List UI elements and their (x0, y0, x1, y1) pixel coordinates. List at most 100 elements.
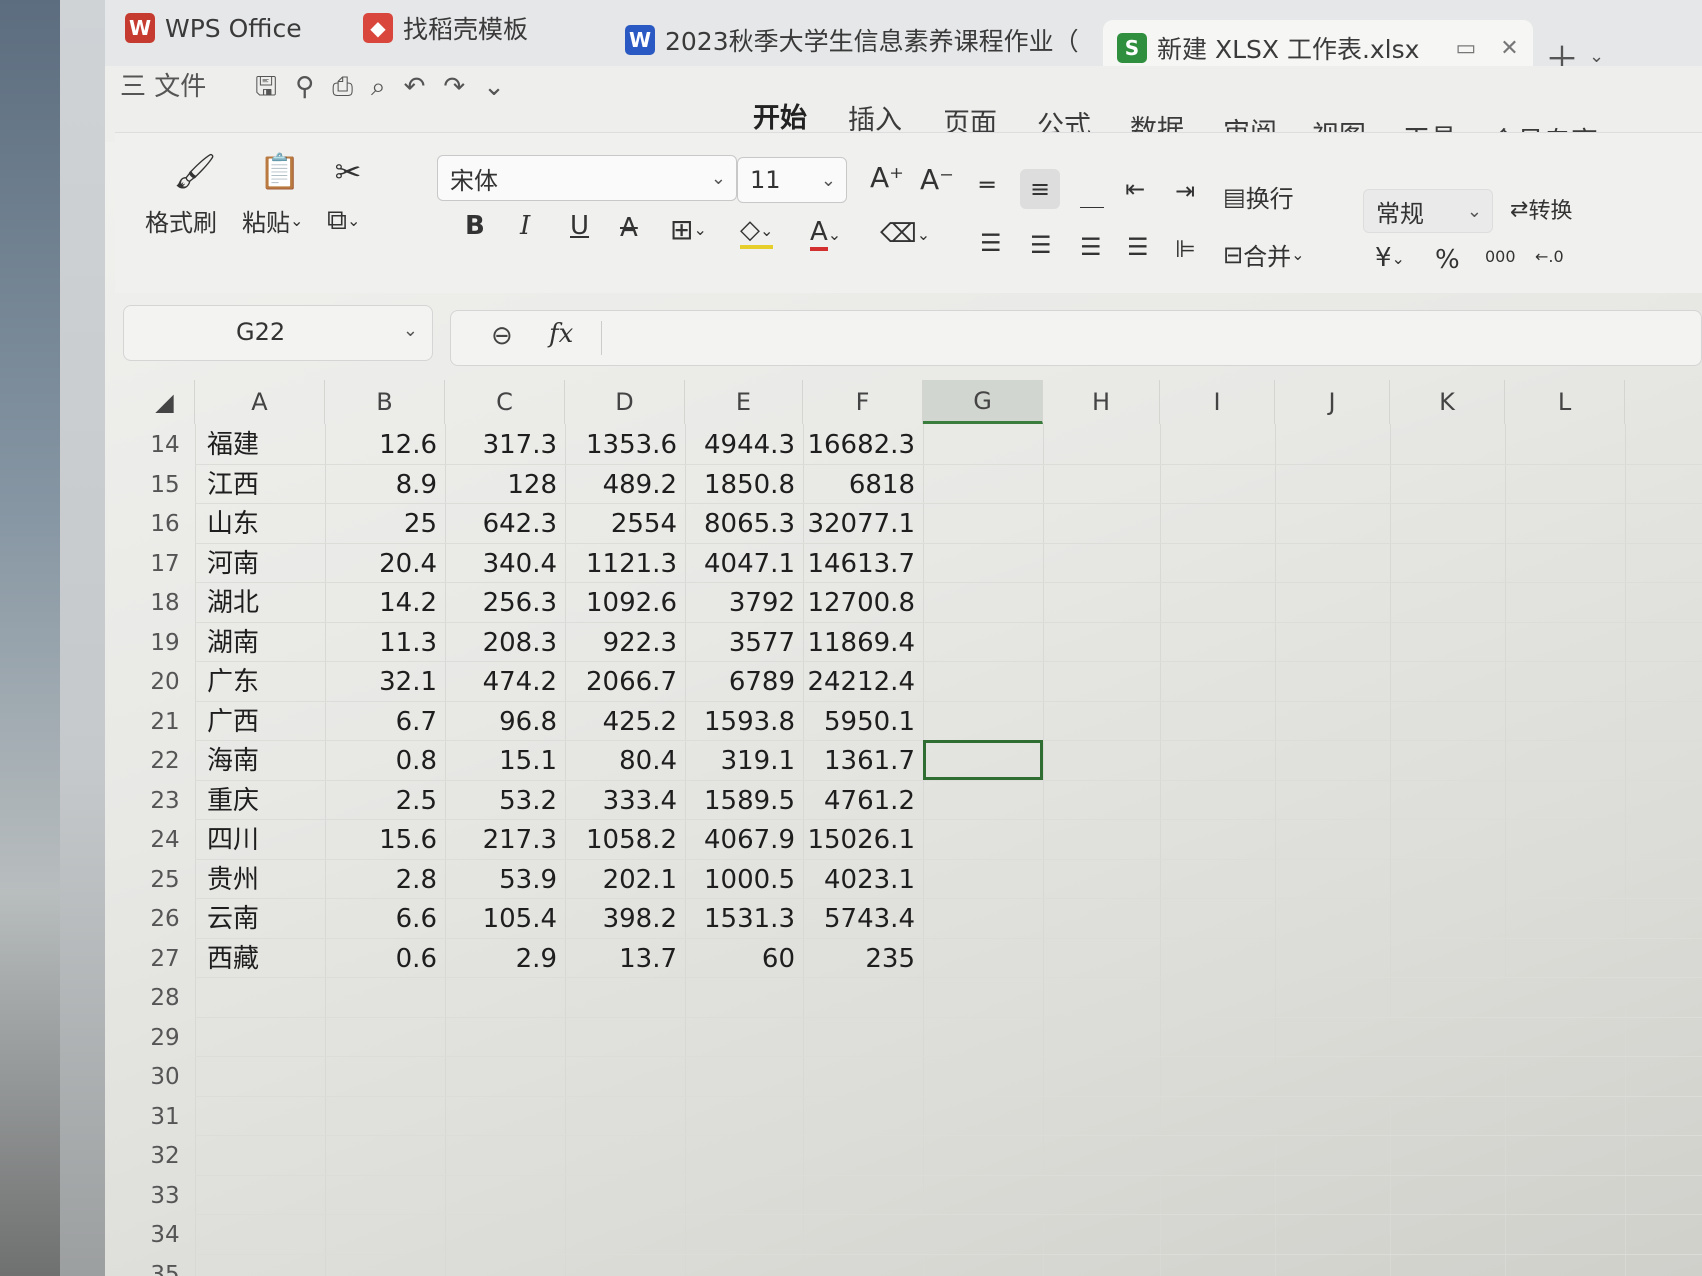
cell-f22[interactable]: 1361.7 (803, 740, 923, 782)
cell-c31[interactable] (445, 1096, 565, 1138)
cell-e33[interactable] (685, 1175, 803, 1217)
cell-d24[interactable]: 1058.2 (565, 819, 685, 861)
paste-icon[interactable]: 📋 (250, 147, 310, 197)
cell-b26[interactable]: 6.6 (325, 898, 445, 940)
column-header-k[interactable]: K (1390, 380, 1505, 424)
cell-e18[interactable]: 3792 (685, 582, 803, 624)
cell-f26[interactable]: 5743.4 (803, 898, 923, 940)
share-icon[interactable]: ⚲ (295, 72, 332, 102)
cell-c17[interactable]: 340.4 (445, 543, 565, 585)
font-size-select[interactable]: 11 ⌄ (737, 157, 847, 203)
cell-e32[interactable] (685, 1135, 803, 1177)
cell-f17[interactable]: 14613.7 (803, 543, 923, 585)
cell-f32[interactable] (803, 1135, 923, 1177)
row-header[interactable]: 34 (135, 1222, 195, 1248)
cell-f20[interactable]: 24212.4 (803, 661, 923, 703)
cell-d15[interactable]: 489.2 (565, 464, 685, 506)
row-header[interactable]: 20 (135, 669, 195, 695)
cell-c24[interactable]: 217.3 (445, 819, 565, 861)
select-all-corner[interactable]: ◢ (135, 380, 195, 424)
cell-e17[interactable]: 4047.1 (685, 543, 803, 585)
cell-c30[interactable] (445, 1056, 565, 1098)
cell-c29[interactable] (445, 1017, 565, 1059)
row-header[interactable]: 24 (135, 827, 195, 853)
align-left-icon[interactable]: ☰ (980, 229, 1002, 257)
cell-a16[interactable]: 山东 (195, 503, 325, 545)
row-header[interactable]: 28 (135, 985, 195, 1011)
zoom-formula-icon[interactable]: ⊖ (491, 321, 513, 351)
chevron-down-icon[interactable]: ⌄ (290, 211, 303, 230)
cell-c33[interactable] (445, 1175, 565, 1217)
row-header[interactable]: 17 (135, 551, 195, 577)
cell-a18[interactable]: 湖北 (195, 582, 325, 624)
cell-e34[interactable] (685, 1214, 803, 1256)
cell-c20[interactable]: 474.2 (445, 661, 565, 703)
undo-icon[interactable]: ↶ (404, 72, 444, 102)
cell-e23[interactable]: 1589.5 (685, 780, 803, 822)
border-icon[interactable]: ⊞ ⌄ (670, 213, 707, 246)
name-box[interactable]: G22 ⌄ (123, 305, 433, 361)
number-format-select[interactable]: 常规 ⌄ (1363, 189, 1493, 233)
cell-a24[interactable]: 四川 (195, 819, 325, 861)
column-header-d[interactable]: D (565, 380, 685, 424)
selected-cell[interactable] (923, 740, 1043, 780)
cell-d32[interactable] (565, 1135, 685, 1177)
cell-c34[interactable] (445, 1214, 565, 1256)
cell-b28[interactable] (325, 977, 445, 1019)
merge-button[interactable]: ⊟ 合并 ⌄ (1223, 237, 1305, 272)
bold-icon[interactable]: B (465, 211, 485, 241)
cell-b23[interactable]: 2.5 (325, 780, 445, 822)
cell-e14[interactable]: 4944.3 (685, 424, 803, 466)
cell-c22[interactable]: 15.1 (445, 740, 565, 782)
cell-e22[interactable]: 319.1 (685, 740, 803, 782)
underline-icon[interactable]: U (570, 211, 589, 241)
paste-label[interactable]: 粘贴 ⌄ (242, 203, 303, 238)
cell-e27[interactable]: 60 (685, 938, 803, 980)
window-icon[interactable]: ▭ (1455, 36, 1476, 61)
align-right-icon[interactable]: ☰ (1080, 233, 1102, 261)
cell-f25[interactable]: 4023.1 (803, 859, 923, 901)
cell-e21[interactable]: 1593.8 (685, 701, 803, 743)
cell-a19[interactable]: 湖南 (195, 622, 325, 664)
cell-f27[interactable]: 235 (803, 938, 923, 980)
fill-color-icon[interactable]: ◇ ⌄ (740, 215, 774, 249)
cell-a27[interactable]: 西藏 (195, 938, 325, 980)
cell-b25[interactable]: 2.8 (325, 859, 445, 901)
cell-a20[interactable]: 广东 (195, 661, 325, 703)
chevron-down-icon[interactable]: ⌄ (1589, 46, 1604, 67)
cell-d25[interactable]: 202.1 (565, 859, 685, 901)
format-painter-icon[interactable]: 🖌 (165, 147, 225, 197)
cell-b19[interactable]: 11.3 (325, 622, 445, 664)
distribute-icon[interactable]: ⊫ (1175, 235, 1196, 263)
strikethrough-icon[interactable]: A (620, 213, 638, 243)
file-menu[interactable]: 三 文件 (120, 66, 206, 103)
cell-a23[interactable]: 重庆 (195, 780, 325, 822)
print-preview-icon[interactable]: ⌕ (371, 72, 404, 102)
cell-e24[interactable]: 4067.9 (685, 819, 803, 861)
cell-d19[interactable]: 922.3 (565, 622, 685, 664)
row-header[interactable]: 30 (135, 1064, 195, 1090)
tab-wps-office[interactable]: W WPS Office (125, 2, 302, 54)
cell-d14[interactable]: 1353.6 (565, 424, 685, 466)
font-name-select[interactable]: 宋体 ⌄ (437, 155, 737, 201)
cell-b14[interactable]: 12.6 (325, 424, 445, 466)
cell-c35[interactable] (445, 1254, 565, 1276)
cell-e28[interactable] (685, 977, 803, 1019)
cell-b30[interactable] (325, 1056, 445, 1098)
row-header[interactable]: 33 (135, 1183, 195, 1209)
cell-f28[interactable] (803, 977, 923, 1019)
cell-e25[interactable]: 1000.5 (685, 859, 803, 901)
cell-e30[interactable] (685, 1056, 803, 1098)
cell-d26[interactable]: 398.2 (565, 898, 685, 940)
cell-d28[interactable] (565, 977, 685, 1019)
cell-a29[interactable] (195, 1017, 325, 1059)
cell-f33[interactable] (803, 1175, 923, 1217)
wrap-text-button[interactable]: ▤ 换行 (1223, 179, 1294, 214)
column-header-j[interactable]: J (1275, 380, 1390, 424)
cell-e29[interactable] (685, 1017, 803, 1059)
cell-b16[interactable]: 25 (325, 503, 445, 545)
row-header[interactable]: 19 (135, 630, 195, 656)
italic-icon[interactable]: I (520, 211, 530, 241)
copy-icon[interactable]: ⧉ ⌄ (327, 203, 360, 237)
cell-c28[interactable] (445, 977, 565, 1019)
